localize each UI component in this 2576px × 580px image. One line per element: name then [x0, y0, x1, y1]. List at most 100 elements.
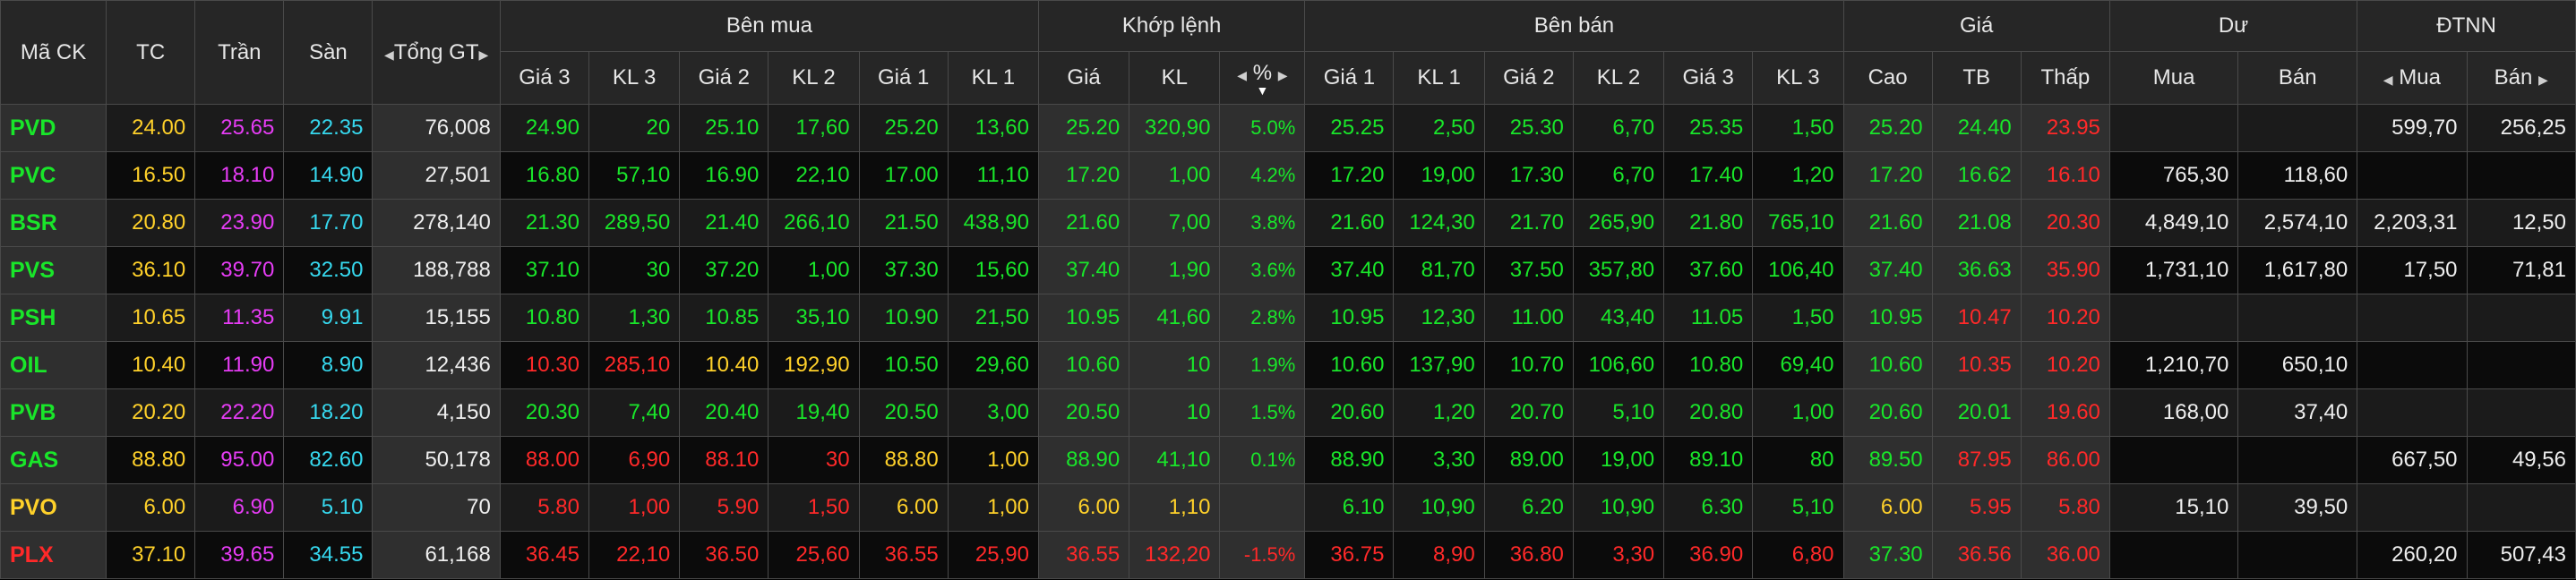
table-row[interactable]: PVB 20.20 22.20 18.20 4,150 20.30 7,40 20.40 19,…: [0, 388, 2576, 437]
sort-desc-icon[interactable]: ▼: [1224, 84, 1301, 97]
cell-buy-vol3: 7,40: [588, 388, 681, 437]
table-row[interactable]: OIL 10.40 11.90 8.90 12,436 10.30 285,10 10.40 1…: [0, 341, 2576, 389]
col-sell-vol1[interactable]: KL 1: [1393, 51, 1485, 105]
col-sell-vol2[interactable]: KL 2: [1572, 51, 1665, 105]
cell-symbol[interactable]: PVB: [0, 388, 107, 437]
cell-match-vol: 1,10: [1129, 483, 1221, 532]
col-foreign-buy[interactable]: ◀ Mua: [2357, 51, 2468, 105]
cell-sell-vol2: 5,10: [1572, 388, 1665, 437]
col-ceiling[interactable]: Trần: [194, 0, 285, 105]
cell-match-vol: 41,60: [1129, 294, 1221, 342]
col-total-value[interactable]: ◀Tổng GT▶: [372, 0, 501, 105]
col-match-pct[interactable]: ◀ % ▶ ▼: [1219, 51, 1306, 105]
cell-remaining-buy: [2108, 104, 2239, 152]
col-avg[interactable]: TB: [1931, 51, 2022, 105]
cell-buy-price1: 6.00: [858, 483, 949, 532]
cell-remaining-sell: 1,617,80: [2237, 246, 2358, 294]
col-buy-vol1[interactable]: KL 1: [947, 51, 1039, 105]
col-low[interactable]: Thấp: [2020, 51, 2110, 105]
cell-symbol[interactable]: OIL: [0, 341, 107, 389]
cell-match-price: 37.40: [1037, 246, 1130, 294]
arrow-left-icon[interactable]: ◀: [1237, 68, 1247, 82]
table-row[interactable]: PVC 16.50 18.10 14.90 27,501 16.80 57,10 16.90 2…: [0, 151, 2576, 200]
cell-match-price: 36.55: [1037, 531, 1130, 579]
col-symbol[interactable]: Mã CK: [0, 0, 107, 105]
cell-match-vol: 41,10: [1129, 436, 1221, 484]
cell-sell-price1: 10.95: [1304, 294, 1395, 342]
cell-symbol[interactable]: BSR: [0, 199, 107, 247]
col-floor[interactable]: Sàn: [283, 0, 374, 105]
cell-buy-price1: 36.55: [858, 531, 949, 579]
table-row[interactable]: PLX 37.10 39.65 34.55 61,168 36.45 22,10 36.50 2…: [0, 531, 2576, 579]
cell-sell-vol1: 10,90: [1393, 483, 1485, 532]
cell-high: 10.60: [1842, 341, 1933, 389]
arrow-left-icon[interactable]: ◀: [2383, 72, 2393, 87]
col-buy-vol3[interactable]: KL 3: [588, 51, 681, 105]
cell-sell-vol3: 106,40: [1752, 246, 1844, 294]
cell-symbol[interactable]: PVO: [0, 483, 107, 532]
col-match-vol[interactable]: KL: [1129, 51, 1221, 105]
col-match-price[interactable]: Giá: [1037, 51, 1130, 105]
cell-buy-price3: 36.45: [499, 531, 589, 579]
table-row[interactable]: PSH 10.65 11.35 9.91 15,155 10.80 1,30 10.85 35,…: [0, 294, 2576, 342]
cell-sell-vol1: 3,30: [1393, 436, 1485, 484]
cell-ceiling: 22.20: [194, 388, 285, 437]
group-foreign: ĐTNN: [2357, 0, 2576, 52]
cell-sell-vol2: 3,30: [1572, 531, 1665, 579]
cell-ref: 20.80: [106, 199, 196, 247]
cell-symbol[interactable]: PVS: [0, 246, 107, 294]
cell-sell-price3: 36.90: [1663, 531, 1754, 579]
cell-sell-price3: 25.35: [1663, 104, 1754, 152]
cell-symbol[interactable]: PVD: [0, 104, 107, 152]
cell-buy-vol2: 1,50: [768, 483, 860, 532]
table-row[interactable]: BSR 20.80 23.90 17.70 278,140 21.30 289,50 21.4…: [0, 199, 2576, 247]
cell-match-price: 10.60: [1037, 341, 1130, 389]
col-high[interactable]: Cao: [1842, 51, 1933, 105]
cell-foreign-buy: [2357, 388, 2468, 437]
arrow-right-icon[interactable]: ▶: [2538, 72, 2548, 87]
cell-buy-price3: 16.80: [499, 151, 589, 200]
cell-sell-price2: 36.80: [1483, 531, 1574, 579]
cell-floor: 82.60: [283, 436, 374, 484]
col-remaining-buy[interactable]: Mua: [2108, 51, 2239, 105]
col-buy-vol2[interactable]: KL 2: [768, 51, 860, 105]
cell-buy-price1: 88.80: [858, 436, 949, 484]
table-row[interactable]: GAS 88.80 95.00 82.60 50,178 88.00 6,90 88.10 30…: [0, 436, 2576, 484]
cell-total-value: 76,008: [372, 104, 501, 152]
cell-sell-vol3: 5,10: [1752, 483, 1844, 532]
cell-low: 36.00: [2020, 531, 2110, 579]
col-ref[interactable]: TC: [106, 0, 196, 105]
col-sell-price2[interactable]: Giá 2: [1483, 51, 1574, 105]
cell-ceiling: 11.35: [194, 294, 285, 342]
cell-foreign-buy: 17,50: [2357, 246, 2468, 294]
col-buy-price1[interactable]: Giá 1: [858, 51, 949, 105]
col-buy-price2[interactable]: Giá 2: [679, 51, 769, 105]
cell-sell-price2: 37.50: [1483, 246, 1574, 294]
cell-buy-vol2: 1,00: [768, 246, 860, 294]
table-row[interactable]: PVS 36.10 39.70 32.50 188,788 37.10 30 37.20 1,0…: [0, 246, 2576, 294]
table-row[interactable]: PVD 24.00 25.65 22.35 76,008 24.90 20 25.10 17,6…: [0, 104, 2576, 152]
col-buy-price3[interactable]: Giá 3: [499, 51, 589, 105]
cell-ceiling: 6.90: [194, 483, 285, 532]
cell-buy-price2: 21.40: [679, 199, 769, 247]
col-foreign-sell[interactable]: Bán ▶: [2466, 51, 2576, 105]
col-sell-price3[interactable]: Giá 3: [1663, 51, 1754, 105]
group-remaining: Dư: [2108, 0, 2358, 52]
table-row[interactable]: PVO 6.00 6.90 5.10 70 5.80 1,00 5.90 1,50 6.00 1,0…: [0, 483, 2576, 532]
cell-foreign-sell: 256,25: [2466, 104, 2576, 152]
col-sell-price1[interactable]: Giá 1: [1304, 51, 1395, 105]
cell-symbol[interactable]: PVC: [0, 151, 107, 200]
arrow-left-icon[interactable]: ◀: [384, 47, 394, 62]
cell-sell-vol3: 69,40: [1752, 341, 1844, 389]
group-buy-side: Bên mua: [499, 0, 1039, 52]
cell-symbol[interactable]: PSH: [0, 294, 107, 342]
col-remaining-sell[interactable]: Bán: [2237, 51, 2358, 105]
cell-avg: 16.62: [1931, 151, 2022, 200]
cell-symbol[interactable]: PLX: [0, 531, 107, 579]
arrow-right-icon[interactable]: ▶: [1278, 68, 1288, 82]
cell-sell-price3: 21.80: [1663, 199, 1754, 247]
cell-symbol[interactable]: GAS: [0, 436, 107, 484]
col-sell-vol3[interactable]: KL 3: [1752, 51, 1844, 105]
arrow-right-icon[interactable]: ▶: [479, 47, 489, 62]
cell-remaining-buy: 1,731,10: [2108, 246, 2239, 294]
